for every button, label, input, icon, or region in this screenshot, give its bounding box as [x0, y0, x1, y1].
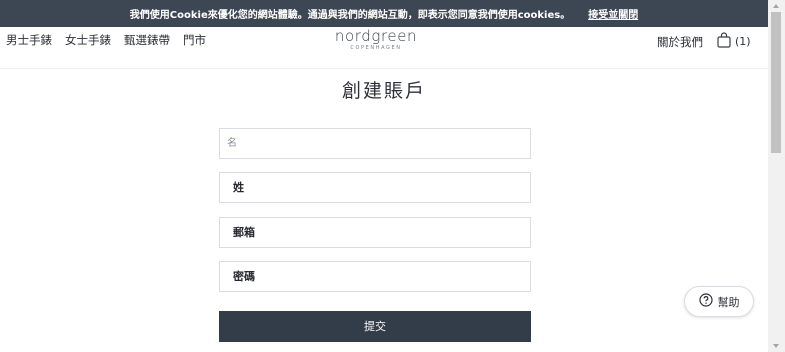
help-label: 幫助 [717, 295, 740, 309]
help-button[interactable]: 幫助 [684, 286, 754, 317]
scrollbar-thumb[interactable] [771, 12, 781, 153]
site-header: 男士手錶 女士手錶 甄選錶帶 門市 nordgreen COPENHAGEN 關… [0, 27, 768, 69]
cart-count: (1) [735, 35, 751, 48]
submit-button[interactable]: 提交 [219, 311, 531, 342]
last-name-input[interactable]: 姓 [219, 172, 531, 203]
about-link[interactable]: 關於我們 [657, 34, 703, 50]
main-nav: 男士手錶 女士手錶 甄選錶帶 門市 [6, 32, 206, 48]
first-name-input[interactable]: 名 [219, 128, 531, 159]
logo-wordmark: nordgreen [334, 27, 418, 45]
nav-item-mens-watches[interactable]: 男士手錶 [6, 32, 52, 48]
cart-button[interactable]: (1) [717, 32, 751, 51]
scroll-up-arrow-icon[interactable] [772, 2, 780, 10]
password-input[interactable]: 密碼 [219, 261, 531, 292]
page-title: 創建賬戶 [341, 80, 426, 102]
cookie-message: 我們使用Cookie來優化您的網站體驗。通過與我們的網站互動，即表示您同意我們使… [129, 10, 571, 21]
brand-logo[interactable]: nordgreen COPENHAGEN [334, 27, 418, 51]
question-circle-icon [698, 293, 713, 310]
email-input[interactable]: 郵箱 [219, 217, 531, 248]
header-right: 關於我們 (1) [657, 32, 751, 51]
nav-item-straps[interactable]: 甄選錶帶 [124, 32, 170, 48]
cookie-accept-link[interactable]: 接受並關閉 [588, 6, 638, 21]
cookie-banner: 我們使用Cookie來優化您的網站體驗。通過與我們的網站互動，即表示您同意我們使… [0, 0, 768, 27]
nav-item-womens-watches[interactable]: 女士手錶 [65, 32, 111, 48]
shopping-bag-icon [717, 32, 731, 51]
logo-subtitle: COPENHAGEN [350, 45, 402, 51]
scroll-down-arrow-icon[interactable] [772, 342, 780, 350]
nav-item-stores[interactable]: 門市 [183, 32, 206, 48]
